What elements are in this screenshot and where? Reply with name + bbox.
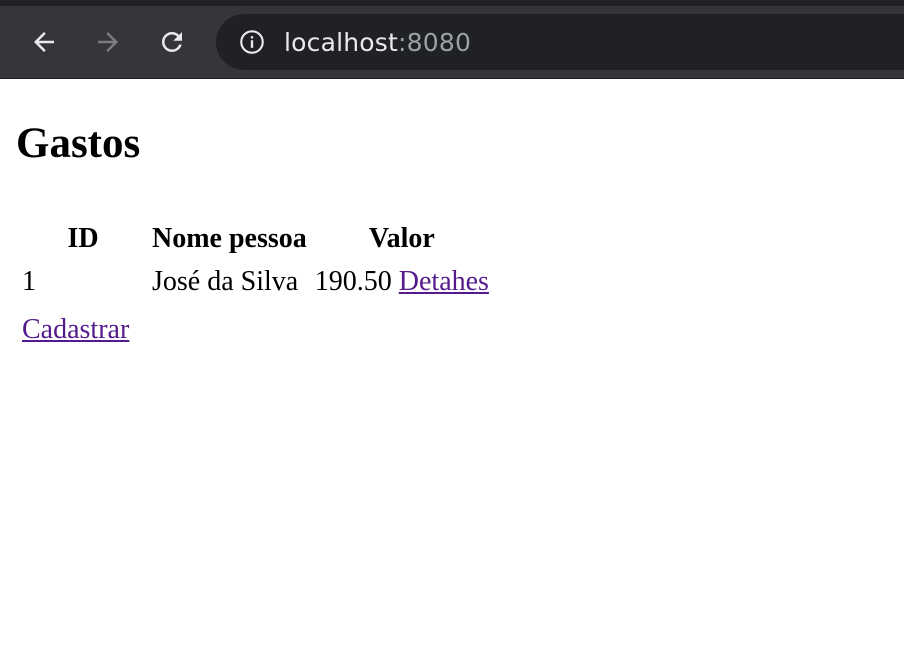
forward-arrow-icon: [98, 32, 118, 52]
detalhes-link[interactable]: Detahes: [399, 266, 489, 297]
tab-strip-edge: [0, 0, 904, 6]
url-text[interactable]: localhost:8080: [284, 28, 471, 57]
forward-button[interactable]: [88, 22, 128, 62]
url-host: localhost: [284, 27, 399, 57]
page-content: Gastos ID Nome pessoa Valor 1 José da Si…: [0, 80, 904, 672]
column-header-valor: Valor: [368, 223, 435, 254]
table-row: 1 José da Silva 190.50 Detahes: [22, 262, 489, 302]
address-bar[interactable]: localhost:8080: [216, 14, 904, 70]
cell-id: 1: [22, 266, 36, 297]
reload-button[interactable]: [152, 22, 192, 62]
url-port: :8080: [398, 27, 472, 57]
reload-icon: [162, 32, 182, 52]
cell-nome: José da Silva: [152, 266, 299, 297]
column-header-id: ID: [67, 223, 99, 254]
info-icon[interactable]: [238, 28, 266, 56]
page-title: Gastos: [16, 120, 141, 167]
cadastrar-link[interactable]: Cadastrar: [22, 310, 129, 350]
browser-toolbar: localhost:8080: [0, 0, 904, 79]
valor-text: 190.50: [314, 266, 392, 297]
back-button[interactable]: [24, 22, 64, 62]
table-header-row: ID Nome pessoa Valor: [22, 219, 489, 259]
expenses-table: ID Nome pessoa Valor 1 José da Silva 190…: [14, 216, 497, 305]
back-arrow-icon: [34, 32, 54, 52]
column-header-nome: Nome pessoa: [152, 223, 307, 254]
cell-valor: 190.50 Detahes: [315, 262, 489, 302]
